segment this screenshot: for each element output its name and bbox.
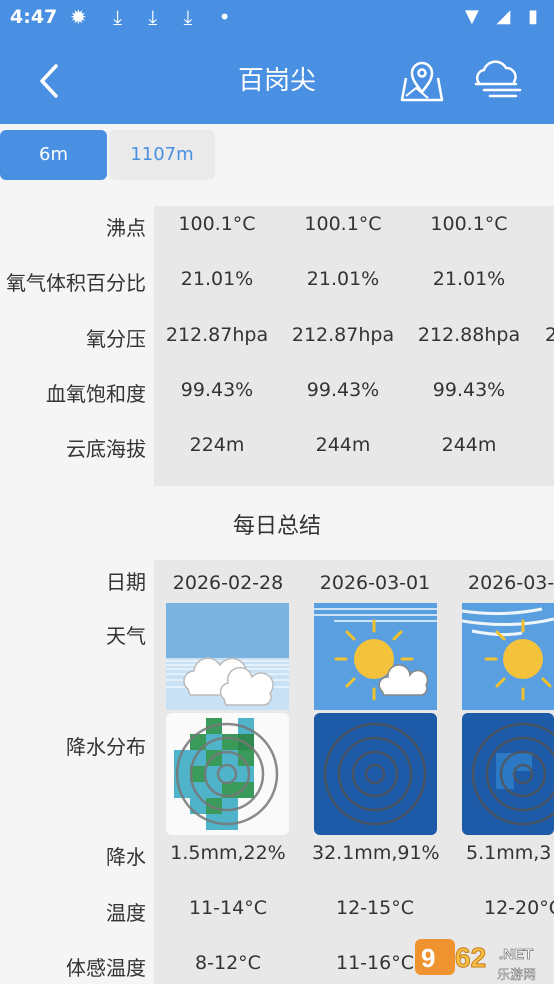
day-date: 2026-03- — [468, 572, 554, 594]
system-icons: ▼ ◢ ▮ — [464, 6, 544, 27]
table-cell: 99.43% — [180, 379, 254, 401]
table-cell: 212.87hpa — [165, 324, 269, 346]
table-cell: 100.1°C — [430, 213, 508, 235]
table-cell: 244m — [315, 434, 371, 456]
table-cell: 21.01% — [306, 268, 380, 290]
cloud-wind-icon[interactable] — [470, 56, 522, 104]
status-bar: 4:47 ✹ ⤓ ⤓ ⤓ • ▼ ◢ ▮ — [0, 0, 554, 38]
status-time: 4:47 — [10, 6, 58, 28]
table-cell: 2 — [545, 324, 554, 346]
sunny-windy-icon — [462, 603, 554, 710]
precip-label: 降水 — [106, 845, 146, 869]
day-temp: 12-20°C — [484, 897, 554, 919]
table-cell: 244m — [441, 434, 497, 456]
table-cell: 100.1°C — [304, 213, 382, 235]
blood-oxygen-label: 血氧饱和度 — [46, 382, 146, 406]
cloud-base-label: 云底海拔 — [66, 437, 146, 461]
table-cell: 99.43% — [432, 379, 506, 401]
feels-like-label: 体感温度 — [66, 956, 146, 980]
app-bar: 百岗尖 — [0, 38, 554, 124]
oxygen-pressure-label: 氧分压 — [86, 327, 146, 351]
temp-label: 温度 — [106, 901, 146, 925]
table-cell: 212.88hpa — [417, 324, 521, 346]
table-cell: 21.01% — [432, 268, 506, 290]
notification-icons: ✹ ⤓ ⤓ ⤓ • — [70, 5, 241, 29]
daily-summary-title: 每日总结 — [232, 514, 321, 539]
precip-map — [166, 713, 289, 835]
weather-label: 天气 — [106, 624, 146, 648]
day-feels-like: 8-12°C — [195, 952, 261, 974]
day-temp: 11-14°C — [189, 897, 267, 919]
altitude-tabs: 6m 1107m — [0, 130, 554, 182]
table-cell: 212.87hpa — [291, 324, 395, 346]
svg-text:62: 62 — [455, 942, 486, 973]
day-precip: 1.5mm,22% — [170, 842, 286, 864]
table-cell: 224m — [189, 434, 245, 456]
table-cell: 99.43% — [306, 379, 380, 401]
tab-1107m[interactable]: 1107m — [109, 130, 215, 180]
svg-text:.NET: .NET — [499, 946, 533, 963]
boiling-point-label: 沸点 — [106, 216, 146, 240]
map-pin-icon[interactable] — [398, 56, 446, 104]
svg-text:乐游网: 乐游网 — [497, 968, 536, 983]
day-temp: 12-15°C — [336, 897, 414, 919]
cloudy-icon — [166, 603, 289, 710]
day-date: 2026-02-28 — [172, 572, 284, 594]
precip-map-label: 降水分布 — [66, 735, 146, 759]
day-precip: 5.1mm,3 — [466, 842, 552, 864]
date-label: 日期 — [106, 570, 146, 594]
day-precip: 32.1mm,91% — [312, 842, 440, 864]
svg-text:9: 9 — [421, 943, 435, 973]
precip-map — [462, 713, 554, 835]
watermark-logo: 9 62 .NET 乐游网 — [415, 939, 536, 983]
table-cell: 21.01% — [180, 268, 254, 290]
oxygen-volume-label: 氧气体积百分比 — [6, 271, 146, 295]
tab-6m[interactable]: 6m — [0, 130, 107, 180]
day-date: 2026-03-01 — [319, 572, 431, 594]
table-cell: 100.1°C — [178, 213, 256, 235]
precip-map — [314, 713, 437, 835]
partly-sunny-icon — [314, 603, 437, 710]
